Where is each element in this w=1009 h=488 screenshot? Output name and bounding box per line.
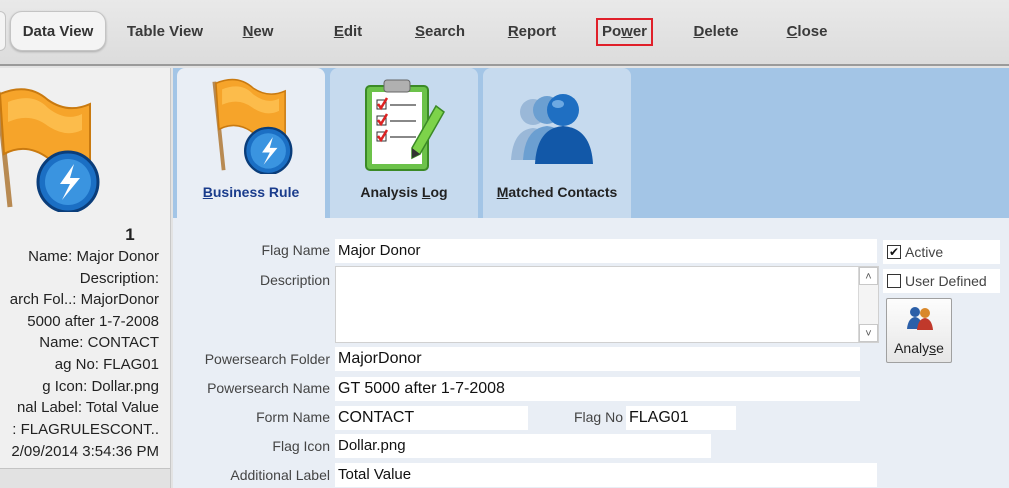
- analyse-pre: Analy: [894, 340, 930, 356]
- toolbar: Data View Table View New Edit Search Rep…: [0, 0, 1009, 66]
- user-defined-check-icon: [887, 274, 901, 288]
- tab-matched-contacts[interactable]: Matched Contacts: [483, 68, 631, 218]
- edit-accel: E: [333, 23, 344, 40]
- flag-name-field[interactable]: Major Donor: [335, 239, 877, 263]
- form-name-label: Form Name: [256, 409, 330, 425]
- close-button[interactable]: Close: [782, 20, 832, 44]
- description-label: Description: [259, 272, 330, 288]
- tab-business-rule-label: Business Rule: [177, 184, 325, 200]
- summary-line: Name: CONTACT: [39, 334, 159, 351]
- flag-name-label: Flag Name: [261, 242, 330, 258]
- record-number: 1: [125, 225, 135, 244]
- delete-rest: elete: [704, 23, 739, 40]
- data-view-button[interactable]: Data View: [10, 11, 106, 51]
- new-accel: N: [242, 23, 254, 40]
- description-scrollbar[interactable]: ˄ ˅: [858, 267, 878, 342]
- active-checkbox[interactable]: ✔ Active: [883, 240, 1000, 264]
- tab-business-rule[interactable]: Business Rule: [177, 68, 325, 218]
- analyse-button[interactable]: Analyse: [886, 298, 952, 363]
- analyse-label: Analyse: [887, 340, 951, 356]
- business-rule-form: Flag Name Major Donor Description ˄ ˅ ✔ …: [173, 218, 1009, 488]
- tab-label-rest: og: [430, 184, 448, 200]
- summary-line: Description:: [79, 270, 159, 287]
- tab-strip: Business Rule Analysis Log Matched Conta…: [173, 68, 1009, 218]
- power-rest: er: [632, 23, 648, 40]
- flag-no-label: Flag No: [573, 409, 623, 425]
- flag-icon-label: Flag Icon: [272, 438, 330, 454]
- summary-line: ag No: FLAG01: [54, 356, 159, 373]
- description-text: [336, 267, 878, 271]
- powersearch-folder-field[interactable]: MajorDonor: [335, 347, 860, 371]
- close-accel: C: [786, 23, 798, 40]
- people-group-icon: [511, 94, 593, 164]
- analyse-rest: e: [936, 340, 944, 356]
- power-accel: w: [621, 23, 633, 40]
- tab-accel: B: [202, 184, 213, 200]
- table-view-button[interactable]: Table View: [116, 20, 214, 44]
- power-button[interactable]: Power: [596, 18, 653, 46]
- tab-label-pre: Analysis: [360, 184, 422, 200]
- report-accel: R: [507, 23, 519, 40]
- tab-analysis-log-label: Analysis Log: [330, 184, 478, 200]
- record-summary-panel: 1 Name: Major Donor Description: arch Fo…: [0, 68, 171, 488]
- summary-footer: [0, 468, 170, 488]
- tab-matched-contacts-label: Matched Contacts: [483, 184, 631, 200]
- tab-label-rest: usiness Rule: [212, 184, 300, 200]
- powersearch-folder-label: Powersearch Folder: [204, 351, 330, 367]
- people-analyse-icon: [907, 307, 933, 330]
- form-name-field[interactable]: CONTACT: [335, 406, 528, 430]
- powersearch-name-label: Powersearch Name: [207, 380, 330, 396]
- summary-line: arch Fol..: MajorDonor: [9, 291, 159, 308]
- edit-rest: dit: [343, 23, 363, 40]
- scroll-up-icon[interactable]: ˄: [859, 267, 878, 285]
- powersearch-name-field[interactable]: GT 5000 after 1-7-2008: [335, 377, 860, 401]
- flag-icon-field[interactable]: Dollar.png: [335, 434, 711, 458]
- user-defined-label: User Defined: [905, 273, 987, 289]
- delete-accel: D: [693, 23, 705, 40]
- summary-line: Name: Major Donor: [28, 248, 159, 265]
- delete-button[interactable]: Delete: [688, 20, 744, 44]
- tab-accel: M: [496, 184, 509, 200]
- new-button[interactable]: New: [236, 20, 280, 44]
- flag-no-field[interactable]: FLAG01: [626, 406, 736, 430]
- summary-line: g Icon: Dollar.png: [42, 378, 159, 395]
- report-button[interactable]: Report: [500, 20, 564, 44]
- search-button[interactable]: Search: [408, 20, 472, 44]
- tab-analysis-log[interactable]: Analysis Log: [330, 68, 478, 218]
- summary-line: 5000 after 1-7-2008: [27, 313, 159, 330]
- description-field[interactable]: ˄ ˅: [335, 266, 879, 343]
- scroll-down-icon[interactable]: ˅: [859, 324, 878, 342]
- close-rest: lose: [797, 23, 828, 40]
- new-rest: ew: [253, 23, 274, 40]
- active-check-icon: ✔: [887, 245, 901, 259]
- summary-line: nal Label: Total Value: [16, 399, 159, 416]
- flag-rule-icon: [0, 88, 100, 212]
- edit-button[interactable]: Edit: [326, 20, 370, 44]
- clipboard-checklist-icon: [365, 79, 445, 171]
- user-defined-checkbox[interactable]: User Defined: [883, 269, 1000, 293]
- flag-rule-icon: [212, 78, 293, 174]
- report-rest: eport: [518, 23, 557, 40]
- additional-label-field[interactable]: Total Value: [335, 463, 877, 487]
- search-rest: earch: [424, 23, 466, 40]
- power-pre: Po: [601, 23, 622, 40]
- summary-line: : FLAGRULESCONT..: [12, 421, 159, 438]
- additional-label-label: Additional Label: [230, 467, 330, 483]
- active-label: Active: [905, 244, 944, 260]
- summary-line: 2/09/2014 3:54:36 PM: [11, 443, 159, 460]
- search-accel: S: [414, 23, 425, 40]
- tab-label-rest: atched Contacts: [508, 184, 618, 200]
- toolbar-left-edge: [0, 11, 6, 51]
